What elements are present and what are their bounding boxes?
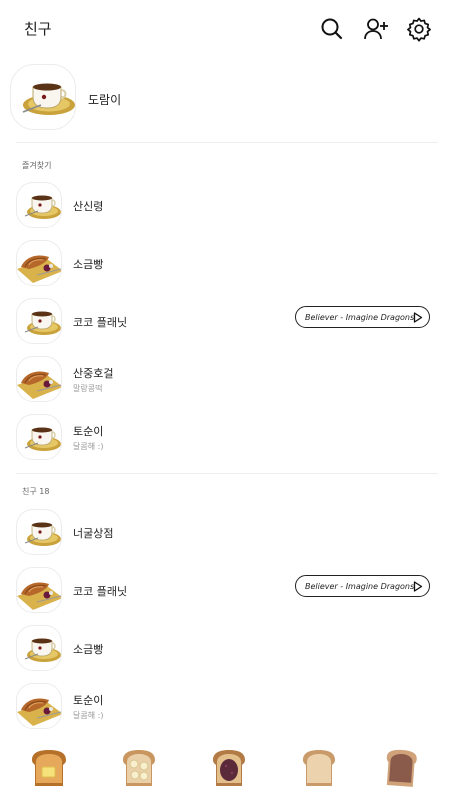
my-avatar[interactable]	[10, 64, 76, 130]
friend-avatar[interactable]	[16, 414, 62, 460]
friend-avatar[interactable]	[16, 240, 62, 286]
friend-avatar[interactable]	[16, 356, 62, 402]
play-icon	[411, 311, 424, 324]
divider	[16, 473, 438, 474]
coffee-icon	[24, 195, 61, 219]
favorites-label: 즐겨찾기	[22, 161, 52, 170]
friend-status-message: 달콤해 :)	[73, 442, 104, 451]
plain-toast-icon[interactable]	[296, 746, 342, 792]
butter-toast-icon[interactable]	[26, 746, 72, 792]
my-profile[interactable]: 도람이	[0, 62, 450, 136]
divider	[16, 142, 438, 143]
profile-music-button[interactable]: Believer - Imagine Dragons	[295, 306, 430, 328]
friend-name: 토순이	[73, 694, 104, 707]
add-friend-icon[interactable]	[363, 16, 389, 42]
play-icon	[411, 580, 424, 593]
croissant-icon	[17, 371, 61, 399]
friend-row[interactable]: 토순이달콤해 :)	[0, 681, 450, 733]
page-title: 친구	[24, 20, 52, 38]
croissant-icon	[17, 698, 61, 726]
friend-status-message: 달콤해 :)	[73, 711, 104, 720]
friend-avatar[interactable]	[16, 509, 62, 555]
friend-row[interactable]: 산중호걸말랑콩떡	[0, 354, 450, 406]
search-icon[interactable]	[319, 16, 345, 42]
friend-name: 소금빵	[73, 258, 104, 271]
nutella-toast-icon[interactable]	[378, 746, 424, 792]
friend-row[interactable]: 토순이달콤해 :)	[0, 412, 450, 464]
friend-name: 산신령	[73, 200, 104, 213]
friend-name: 코코 플래닛	[73, 316, 128, 329]
friend-row[interactable]: 소금빵	[0, 238, 450, 290]
friend-row[interactable]: 코코 플래닛 Believer - Imagine Dragons	[0, 296, 450, 348]
friend-row[interactable]: 코코 플래닛 Believer - Imagine Dragons	[0, 565, 450, 617]
my-name: 도람이	[88, 93, 122, 107]
friend-name: 소금빵	[73, 643, 104, 656]
chocolate-toast-icon[interactable]	[206, 746, 252, 792]
coffee-icon	[24, 522, 61, 546]
music-title: Believer - Imagine Dragons	[305, 581, 415, 591]
friends-count-label: 친구 18	[22, 487, 50, 496]
friend-avatar[interactable]	[16, 298, 62, 344]
friend-avatar[interactable]	[16, 567, 62, 613]
profile-music-button[interactable]: Believer - Imagine Dragons	[295, 575, 430, 597]
bottom-tab-bar	[0, 742, 450, 800]
friend-name: 산중호걸	[73, 367, 114, 380]
coffee-icon	[24, 638, 61, 662]
friend-name: 토순이	[73, 425, 104, 438]
friend-row[interactable]: 너굴상점	[0, 507, 450, 559]
friend-avatar[interactable]	[16, 182, 62, 228]
friend-status-message: 말랑콩떡	[73, 384, 103, 393]
music-title: Believer - Imagine Dragons	[305, 312, 415, 322]
coffee-icon	[22, 83, 75, 115]
friend-row[interactable]: 소금빵	[0, 623, 450, 675]
croissant-icon	[17, 255, 61, 283]
coffee-icon	[24, 311, 61, 335]
friend-avatar[interactable]	[16, 683, 62, 729]
croissant-icon	[17, 582, 61, 610]
banana-toast-icon[interactable]	[116, 746, 162, 792]
top-bar: 친구	[0, 0, 450, 60]
friend-avatar[interactable]	[16, 625, 62, 671]
friend-name: 너굴상점	[73, 527, 114, 540]
coffee-icon	[24, 427, 61, 451]
friend-row[interactable]: 산신령	[0, 180, 450, 232]
settings-gear-icon[interactable]	[406, 16, 432, 42]
friend-name: 코코 플래닛	[73, 585, 128, 598]
